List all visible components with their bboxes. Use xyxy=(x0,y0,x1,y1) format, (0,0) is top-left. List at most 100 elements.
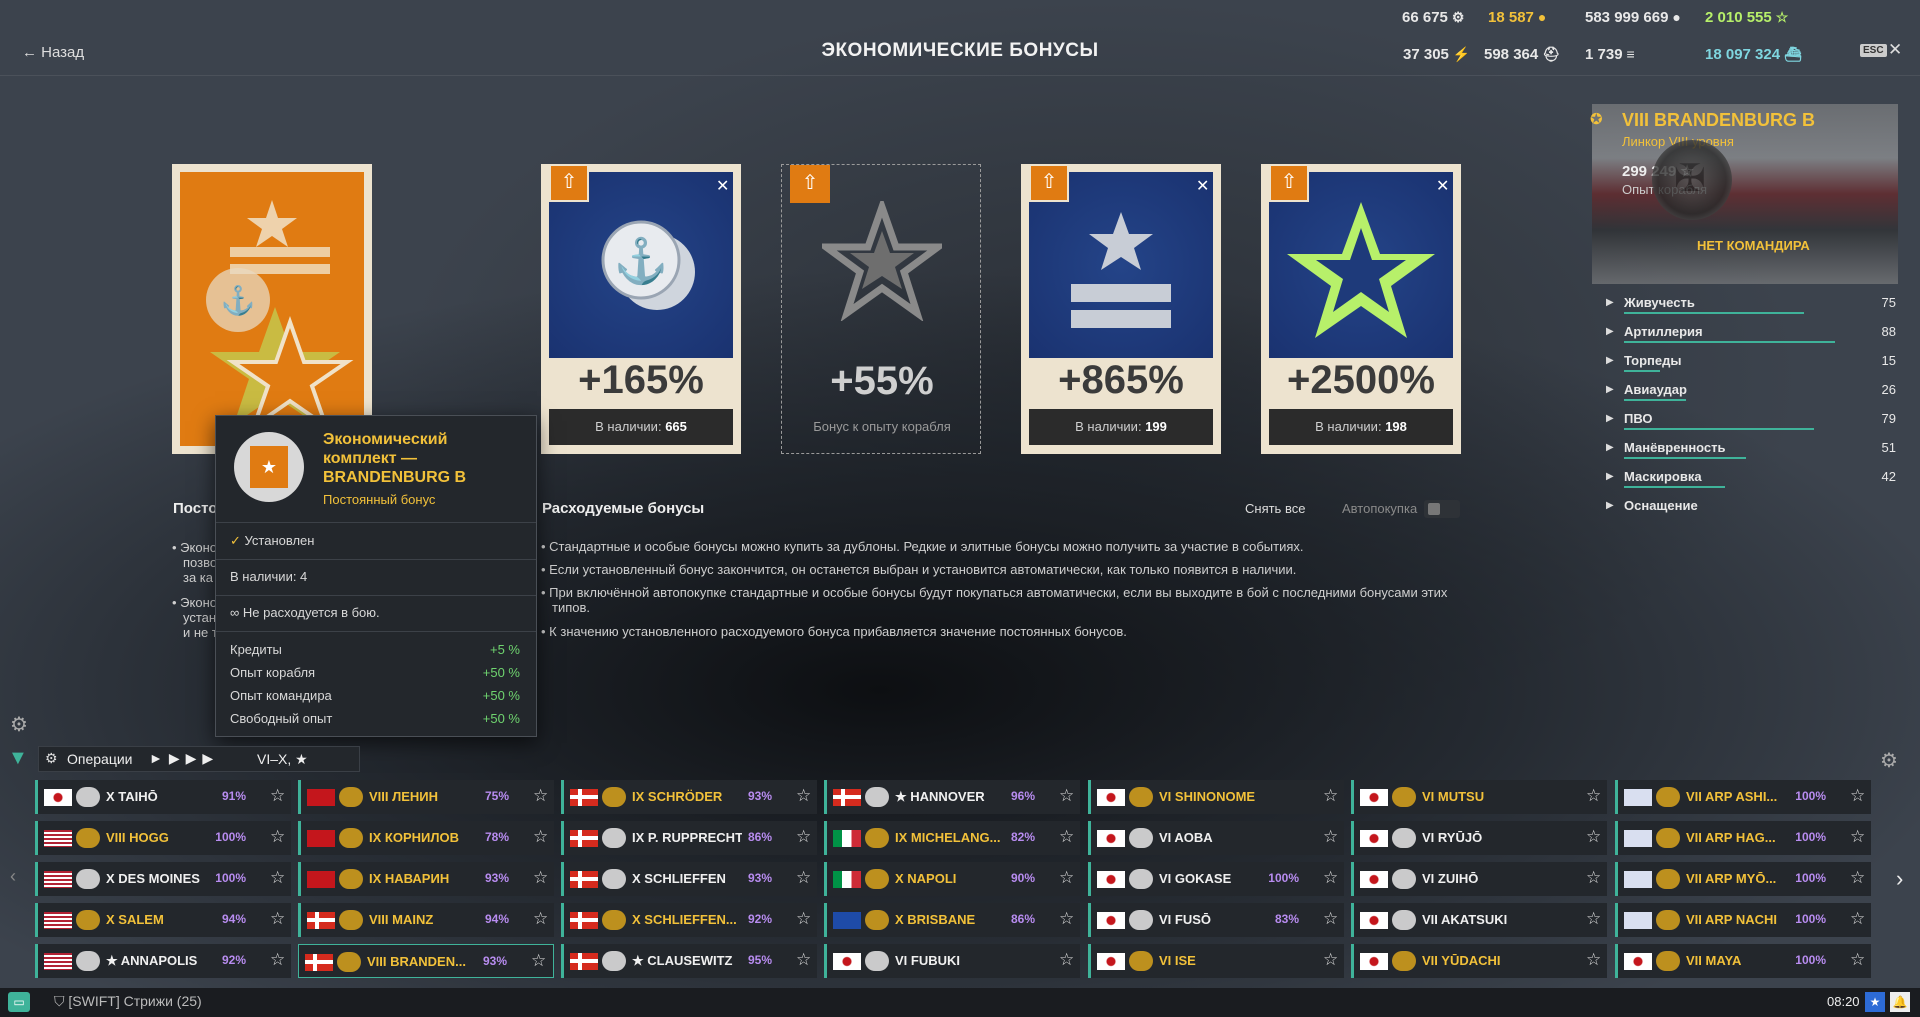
autobuy-toggle[interactable] xyxy=(1424,500,1460,518)
favorite-star-icon[interactable]: ☆ xyxy=(1850,909,1865,929)
ship-tile[interactable]: X SALEM 94% ☆ xyxy=(35,903,291,937)
ship-tile[interactable]: X SCHLIEFFEN... 92% ☆ xyxy=(561,903,817,937)
favorite-star-icon[interactable]: ☆ xyxy=(796,786,811,806)
favorite-star-icon[interactable]: ☆ xyxy=(270,786,285,806)
ship-tile[interactable]: VI MUTSU ☆ xyxy=(1351,780,1607,814)
ship-tile[interactable]: IX SCHRÖDER 93% ☆ xyxy=(561,780,817,814)
favorite-star-icon[interactable]: ☆ xyxy=(1586,827,1601,847)
notification-bell-icon[interactable]: 🔔 xyxy=(1890,992,1910,1012)
ship-tile[interactable]: VI AOBA ☆ xyxy=(1088,821,1344,855)
stat-equipment[interactable]: ▶ Оснащение xyxy=(1600,496,1900,524)
favorite-star-icon[interactable]: ☆ xyxy=(796,868,811,888)
close-icon[interactable]: ✕ xyxy=(1888,40,1902,60)
ship-tile[interactable]: VI RYŪJŌ ☆ xyxy=(1351,821,1607,855)
ship-tile[interactable]: X SCHLIEFFEN 93% ☆ xyxy=(561,862,817,896)
filter-panel[interactable]: ⚙ Операции ►▶▶▶ VI–X, ★ xyxy=(38,746,360,772)
ship-tile[interactable]: VI ISE ☆ xyxy=(1088,944,1344,978)
favorite-star-icon[interactable]: ☆ xyxy=(270,868,285,888)
favorite-star-icon[interactable]: ☆ xyxy=(1850,786,1865,806)
stat-maneuverability[interactable]: ▶ Манёвренность 51 xyxy=(1600,438,1900,466)
ship-tile[interactable]: ★ CLAUSEWITZ 95% ☆ xyxy=(561,944,817,978)
remove-bonus-icon[interactable]: ✕ xyxy=(716,176,729,196)
stat-survivability[interactable]: ▶ Живучесть 75 xyxy=(1600,293,1900,321)
ship-tile[interactable]: X DES MOINES 100% ☆ xyxy=(35,862,291,896)
carousel-right-arrow[interactable]: › xyxy=(1896,866,1903,892)
favorite-star-icon[interactable]: ☆ xyxy=(1586,868,1601,888)
favorite-star-icon[interactable]: ☆ xyxy=(1323,950,1338,970)
favorite-star-icon[interactable]: ☆ xyxy=(533,827,548,847)
ship-tile[interactable]: VII AKATSUKI ☆ xyxy=(1351,903,1607,937)
stat-airstrike[interactable]: ▶ Авиаудар 26 xyxy=(1600,380,1900,408)
ship-type-icons[interactable]: ►▶▶▶ xyxy=(149,750,219,767)
favorite-star-icon[interactable]: ☆ xyxy=(1586,950,1601,970)
bonus-card-commander-xp[interactable]: ⇧ ✕ +865% В наличии: 199 xyxy=(1021,164,1221,454)
tier-filter[interactable]: VI–X, ★ xyxy=(257,751,308,768)
ship-tile[interactable]: VII ARP ASHI... 100% ☆ xyxy=(1615,780,1871,814)
stat-artillery[interactable]: ▶ Артиллерия 88 xyxy=(1600,322,1900,350)
favorite-star-icon[interactable]: ☆ xyxy=(1850,868,1865,888)
favorite-star-icon[interactable]: ☆ xyxy=(1586,909,1601,929)
carousel-left-arrow[interactable]: ‹ xyxy=(10,866,16,887)
ship-tile[interactable]: ★ HANNOVER 96% ☆ xyxy=(824,780,1080,814)
ship-tile[interactable]: VII YŪDACHI ☆ xyxy=(1351,944,1607,978)
settings-gear-icon[interactable]: ⚙ xyxy=(10,712,28,737)
permanent-bonus-card[interactable]: ⚓ xyxy=(172,164,372,454)
bonus-card-free-xp[interactable]: ⇧ ✕ +2500% В наличии: 198 xyxy=(1261,164,1461,454)
stat-torpedoes[interactable]: ▶ Торпеды 15 xyxy=(1600,351,1900,379)
remove-bonus-icon[interactable]: ✕ xyxy=(1196,176,1209,196)
favorite-star-icon[interactable]: ☆ xyxy=(1059,868,1074,888)
ship-tile[interactable]: X NAPOLI 90% ☆ xyxy=(824,862,1080,896)
remove-bonus-icon[interactable]: ✕ xyxy=(1436,176,1449,196)
chat-icon[interactable]: ▭ xyxy=(8,992,30,1012)
ship-tile[interactable]: IX КОРНИЛОВ 78% ☆ xyxy=(298,821,554,855)
favorite-star-icon[interactable]: ☆ xyxy=(1323,786,1338,806)
premium-star-icon[interactable]: ★ xyxy=(1865,992,1885,1012)
carousel-settings-icon[interactable]: ⚙ xyxy=(1880,748,1898,773)
favorite-star-icon[interactable]: ☆ xyxy=(270,950,285,970)
favorite-star-icon[interactable]: ☆ xyxy=(1059,950,1074,970)
ship-tile[interactable]: IX НАВАРИН 93% ☆ xyxy=(298,862,554,896)
favorite-star-icon[interactable]: ☆ xyxy=(533,909,548,929)
ship-tile[interactable]: X BRISBANE 86% ☆ xyxy=(824,903,1080,937)
favorite-star-icon[interactable]: ☆ xyxy=(270,909,285,929)
favorite-star-icon[interactable]: ☆ xyxy=(1059,827,1074,847)
favorite-star-icon[interactable]: ☆ xyxy=(1059,786,1074,806)
ship-tile[interactable]: VII MAYA 100% ☆ xyxy=(1615,944,1871,978)
favorite-star-icon[interactable]: ☆ xyxy=(1323,827,1338,847)
favorite-star-icon[interactable]: ☆ xyxy=(796,827,811,847)
bonus-card-ship-xp-empty[interactable]: ⇧ +55% Бонус к опыту корабля xyxy=(781,164,981,454)
favorite-star-icon[interactable]: ☆ xyxy=(533,868,548,888)
ship-tile[interactable]: ★ ANNAPOLIS 92% ☆ xyxy=(35,944,291,978)
favorite-star-icon[interactable]: ☆ xyxy=(796,950,811,970)
ship-tile[interactable]: IX MICHELANG... 82% ☆ xyxy=(824,821,1080,855)
favorite-star-icon[interactable]: ☆ xyxy=(270,827,285,847)
favorite-star-icon[interactable]: ☆ xyxy=(1323,909,1338,929)
ship-tile[interactable]: VI FUBUKI ☆ xyxy=(824,944,1080,978)
favorite-star-icon[interactable]: ☆ xyxy=(1586,786,1601,806)
commander-portrait[interactable]: ✠ xyxy=(1652,140,1732,220)
ship-tile[interactable]: X TAIHŌ 91% ☆ xyxy=(35,780,291,814)
favorite-star-icon[interactable]: ☆ xyxy=(1850,827,1865,847)
favorite-star-icon[interactable]: ☆ xyxy=(1323,868,1338,888)
stat-aa[interactable]: ▶ ПВО 79 xyxy=(1600,409,1900,437)
ship-tile[interactable]: VII ARP HAG... 100% ☆ xyxy=(1615,821,1871,855)
ship-tile[interactable]: VIII BRANDEN... 93% ☆ xyxy=(298,944,554,978)
ship-tile[interactable]: VI FUSŌ 83% ☆ xyxy=(1088,903,1344,937)
ship-tile[interactable]: VIII HOGG 100% ☆ xyxy=(35,821,291,855)
favorite-star-icon[interactable]: ☆ xyxy=(1850,950,1865,970)
ship-tile[interactable]: IX P. RUPPRECHT 86% ☆ xyxy=(561,821,817,855)
bonus-card-credits[interactable]: ⚓ ⇧ ✕ +165% В наличии: 665 xyxy=(541,164,741,454)
ship-tile[interactable]: VI ZUIHŌ ☆ xyxy=(1351,862,1607,896)
favorite-star-icon[interactable]: ☆ xyxy=(531,951,546,971)
ship-tile[interactable]: VI GOKASE 100% ☆ xyxy=(1088,862,1344,896)
ship-tile[interactable]: VII ARP NACHI 100% ☆ xyxy=(1615,903,1871,937)
favorite-star-icon[interactable]: ☆ xyxy=(1059,909,1074,929)
filter-icon[interactable]: ▼ xyxy=(8,747,28,770)
stat-concealment[interactable]: ▶ Маскировка 42 xyxy=(1600,467,1900,495)
ship-tile[interactable]: VIII MAINZ 94% ☆ xyxy=(298,903,554,937)
favorite-star-icon[interactable]: ☆ xyxy=(533,786,548,806)
ship-tile[interactable]: VII ARP MYŌ... 100% ☆ xyxy=(1615,862,1871,896)
favorite-star-icon[interactable]: ☆ xyxy=(796,909,811,929)
clan-label[interactable]: ⛉ [SWIFT] Стрижи (25) xyxy=(54,993,202,1010)
ship-tile[interactable]: VIII ЛЕНИН 75% ☆ xyxy=(298,780,554,814)
